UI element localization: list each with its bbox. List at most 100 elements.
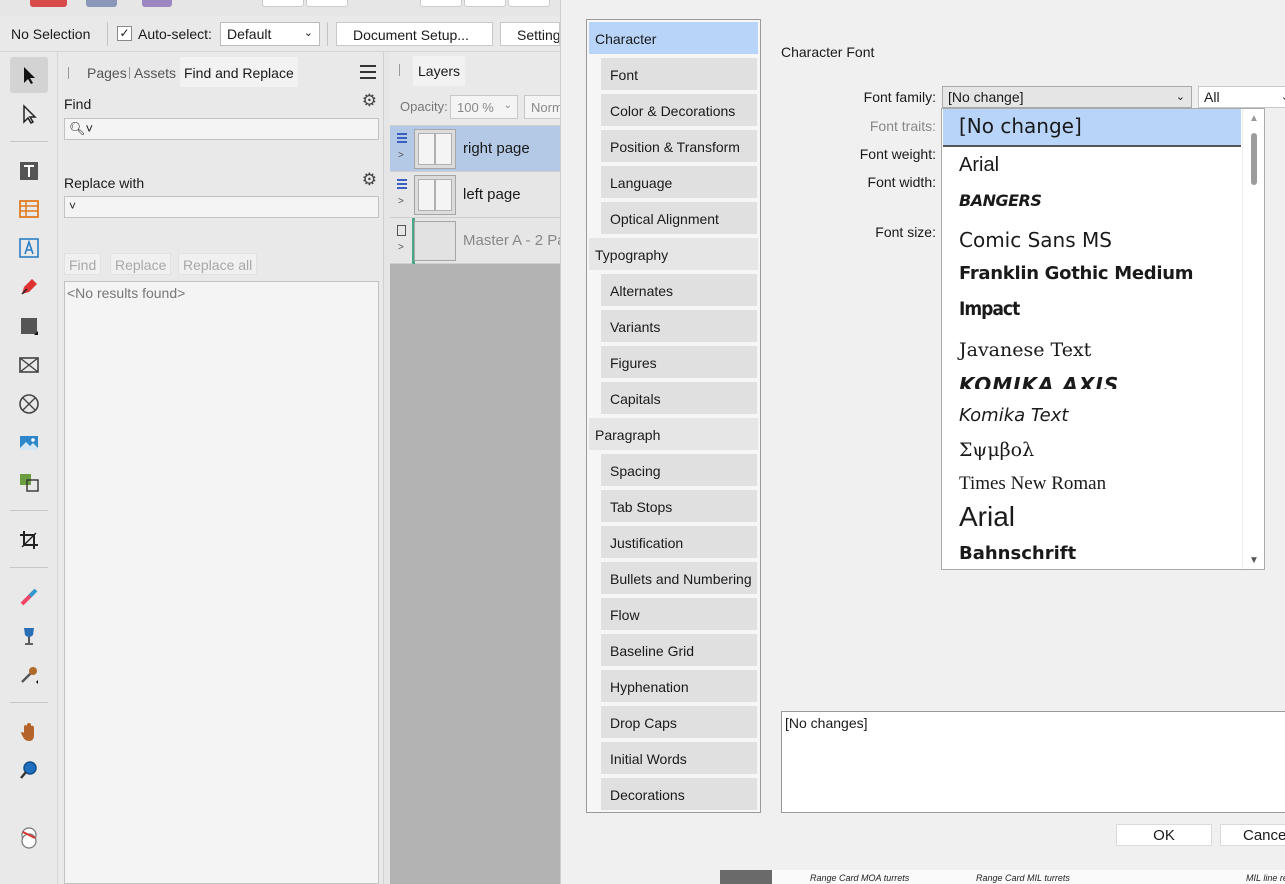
layer-row[interactable]: > left page — [390, 172, 560, 218]
expand-chevron-icon[interactable]: > — [398, 150, 404, 161]
nav-item-position-transform[interactable]: Position & Transform — [601, 130, 757, 162]
panel-menu-icon[interactable] — [360, 65, 376, 79]
nav-item-baseline-grid[interactable]: Baseline Grid — [601, 634, 757, 666]
tab-layers[interactable]: Layers — [413, 56, 466, 86]
find-input[interactable]: 🔍︎˅ — [64, 118, 379, 140]
gear-icon[interactable]: ⚙ — [362, 91, 377, 111]
search-icon[interactable]: 🔍︎˅ — [69, 121, 93, 136]
place-image-tool[interactable] — [10, 425, 48, 461]
frame-text-tool[interactable] — [10, 153, 48, 189]
font-option[interactable]: [No change] — [943, 109, 1241, 145]
vector-crop-tool[interactable] — [10, 579, 48, 615]
app-button-stub[interactable] — [30, 0, 67, 7]
cancel-button[interactable]: Cancel — [1220, 824, 1285, 846]
nav-item-alternates[interactable]: Alternates — [601, 274, 757, 306]
font-option[interactable]: Impact — [943, 293, 1241, 325]
app-button-stub[interactable] — [142, 0, 172, 7]
tab-divider — [399, 64, 400, 76]
toolbar-button-stub[interactable] — [262, 0, 304, 7]
toolbar-button-stub[interactable] — [464, 0, 506, 7]
expand-chevron-icon[interactable]: > — [398, 242, 404, 253]
opacity-dropdown[interactable]: 100 % ⌄ — [450, 95, 518, 119]
tab-assets[interactable]: Assets — [134, 57, 176, 87]
replace-all-button[interactable]: Replace all — [178, 253, 258, 275]
picture-frame-place-tool[interactable] — [10, 464, 48, 500]
nav-item-spacing[interactable]: Spacing — [601, 454, 757, 486]
font-option[interactable]: Comic Sans MS — [943, 223, 1241, 257]
tab-find-replace[interactable]: Find and Replace — [180, 57, 298, 87]
settings-button[interactable]: Settings — [500, 22, 560, 46]
nav-item-color-decorations[interactable]: Color & Decorations — [601, 94, 757, 126]
nav-item-capitals[interactable]: Capitals — [601, 382, 757, 414]
font-option[interactable]: Arial — [943, 501, 1241, 537]
replace-input[interactable]: ˅ — [64, 196, 379, 218]
pen-tool[interactable] — [10, 269, 48, 305]
font-option[interactable]: Javanese Text — [943, 335, 1241, 365]
toolbar-button-stub[interactable] — [508, 0, 550, 7]
layer-row[interactable]: > Master A - 2 Pages — [390, 218, 590, 264]
color-wheel-tool[interactable] — [10, 820, 48, 856]
gear-icon[interactable]: ⚙ — [362, 170, 377, 190]
nav-item-typography[interactable]: Typography — [589, 238, 758, 270]
nav-item-initial-words[interactable]: Initial Words — [601, 742, 757, 774]
find-button[interactable]: Find — [64, 253, 102, 275]
font-option[interactable]: Arial — [943, 149, 1241, 183]
rectangle-tool[interactable] — [10, 308, 48, 344]
nav-item-font[interactable]: Font — [601, 58, 757, 90]
auto-select-checkbox[interactable]: ✓ — [117, 26, 132, 41]
auto-select-value: Default — [227, 26, 272, 42]
font-option[interactable]: KOMIKA AXIS — [943, 371, 1241, 389]
nav-item-decorations[interactable]: Decorations — [601, 778, 757, 810]
view-tool[interactable] — [10, 714, 48, 750]
rectangle-icon — [21, 318, 38, 335]
toolbar-button-stub[interactable] — [306, 0, 348, 7]
nav-item-hyphenation[interactable]: Hyphenation — [601, 670, 757, 702]
nav-item-drop-caps[interactable]: Drop Caps — [601, 706, 757, 738]
nav-item-paragraph[interactable]: Paragraph — [589, 418, 758, 450]
nav-item-variants[interactable]: Variants — [601, 310, 757, 342]
font-option[interactable]: BANGERS — [943, 185, 1241, 217]
nav-item-optical-alignment[interactable]: Optical Alignment — [601, 202, 757, 234]
node-tool[interactable] — [10, 96, 48, 132]
toolbar-button-stub[interactable] — [420, 0, 462, 7]
app-button-stub[interactable] — [86, 0, 117, 7]
font-family-list: ▲ ▼ [No change] Arial BANGERS Comic Sans MS… — [941, 108, 1265, 570]
ok-button[interactable]: OK — [1116, 824, 1212, 846]
nav-item-justification[interactable]: Justification — [601, 526, 757, 558]
nav-item-figures[interactable]: Figures — [601, 346, 757, 378]
crop-tool[interactable] — [10, 522, 48, 558]
move-tool[interactable] — [10, 57, 48, 93]
font-option[interactable]: Bahnschrift — [943, 539, 1241, 569]
transparency-tool[interactable] — [10, 618, 48, 654]
blend-mode-dropdown[interactable]: Normal — [524, 95, 564, 119]
layer-row[interactable]: > right page — [390, 126, 560, 172]
opacity-value: 100 % — [457, 100, 494, 115]
font-option[interactable]: Times New Roman — [943, 469, 1241, 499]
chevron-down-icon[interactable]: ˅ — [69, 199, 76, 213]
table-tool[interactable] — [10, 191, 48, 227]
auto-select-dropdown[interactable]: Default ⌄ — [220, 22, 320, 46]
nav-item-bullets-and-numbering[interactable]: Bullets and Numbering — [601, 562, 757, 594]
scroll-down-icon[interactable]: ▼ — [1249, 555, 1259, 566]
zoom-tool[interactable] — [10, 752, 48, 788]
tab-pages[interactable]: Pages — [87, 57, 127, 87]
font-option[interactable]: Komika Text — [943, 401, 1241, 431]
scrollbar-thumb[interactable] — [1251, 133, 1257, 185]
artistic-text-tool[interactable] — [10, 230, 48, 266]
ellipse-frame-tool[interactable] — [10, 386, 48, 422]
font-option[interactable]: Franklin Gothic Medium — [943, 259, 1241, 289]
picture-frame-tool[interactable] — [10, 347, 48, 383]
font-filter-dropdown[interactable]: All ⌄ — [1198, 86, 1285, 108]
font-family-dropdown[interactable]: [No change] ⌄ — [942, 86, 1192, 108]
expand-chevron-icon[interactable]: > — [398, 196, 404, 207]
font-option[interactable]: Σψμβολ — [943, 435, 1241, 465]
color-picker-tool[interactable] — [10, 657, 48, 693]
scroll-up-icon[interactable]: ▲ — [1249, 113, 1259, 124]
replace-button[interactable]: Replace — [110, 253, 172, 275]
nav-item-language[interactable]: Language — [601, 166, 757, 198]
nav-item-character[interactable]: Character — [589, 22, 758, 54]
document-setup-button[interactable]: Document Setup... — [336, 22, 493, 46]
font-list-scrollbar[interactable]: ▲ ▼ — [1242, 109, 1264, 569]
nav-item-flow[interactable]: Flow — [601, 598, 757, 630]
nav-item-tab-stops[interactable]: Tab Stops — [601, 490, 757, 522]
